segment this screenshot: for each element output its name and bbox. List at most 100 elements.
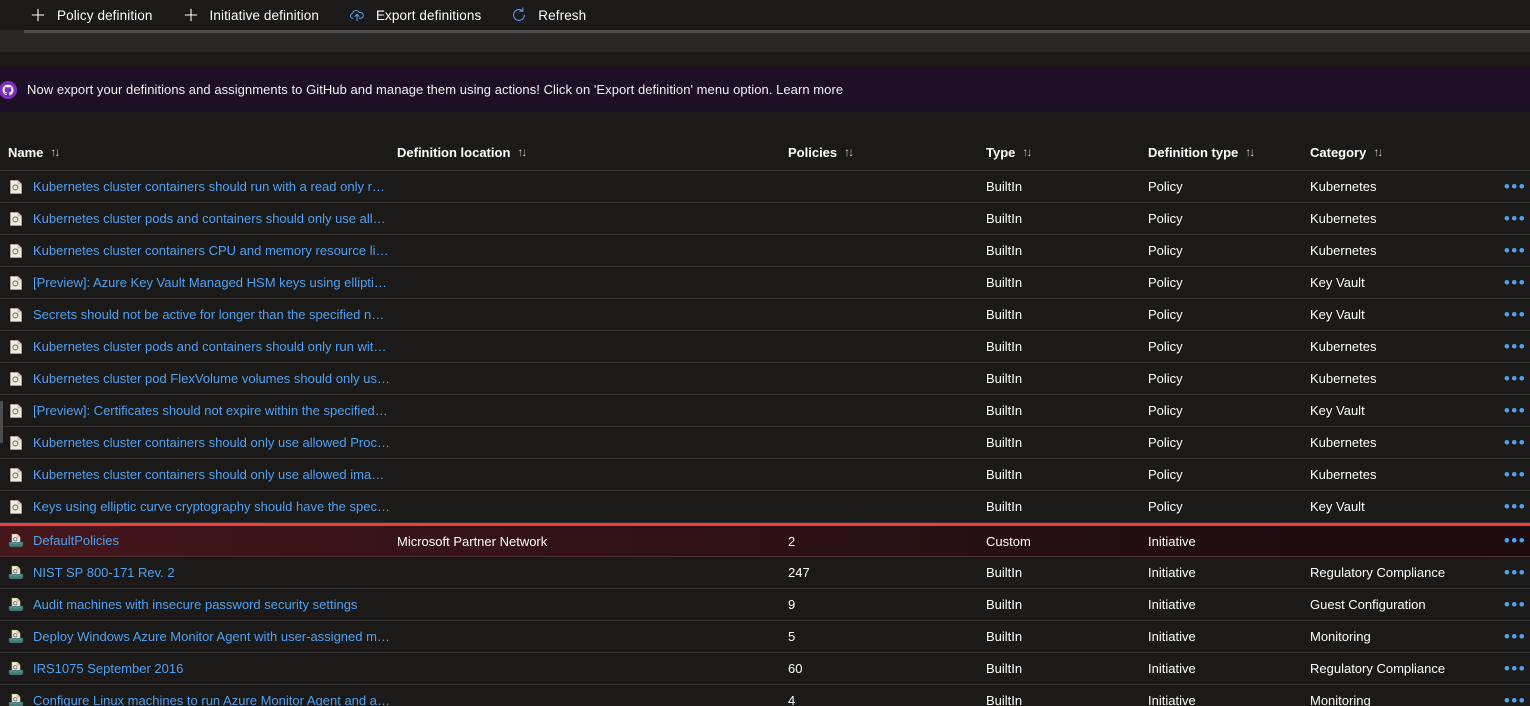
sort-toggle-icon[interactable]: ↑↓	[1022, 146, 1032, 158]
row-more-menu-button[interactable]: •••	[1500, 299, 1530, 330]
ellipsis-icon[interactable]: •••	[1504, 434, 1526, 451]
ellipsis-icon[interactable]: •••	[1504, 274, 1526, 291]
row-more-menu-button[interactable]: •••	[1500, 653, 1530, 684]
row-more-menu-button[interactable]: •••	[1500, 621, 1530, 652]
row-more-menu-button[interactable]: •••	[1500, 526, 1530, 556]
table-row[interactable]: Kubernetes cluster pod FlexVolume volume…	[0, 363, 1530, 395]
table-row[interactable]: DefaultPolicies Microsoft Partner Network…	[0, 523, 1530, 557]
ellipsis-icon[interactable]: •••	[1504, 532, 1526, 549]
table-row[interactable]: Configure Linux machines to run Azure Mo…	[0, 685, 1530, 706]
table-row[interactable]: Kubernetes cluster containers should onl…	[0, 427, 1530, 459]
sort-toggle-icon[interactable]: ↑↓	[517, 146, 527, 158]
row-more-menu-button[interactable]: •••	[1500, 331, 1530, 362]
toolbar-item-policy-definition[interactable]: Policy definition	[28, 0, 153, 30]
definition-name-link[interactable]: Configure Linux machines to run Azure Mo…	[33, 692, 390, 706]
ellipsis-icon[interactable]: •••	[1504, 564, 1526, 581]
cell-type: BuiltIn	[986, 339, 1023, 354]
cell-category: Guest Configuration	[1310, 597, 1426, 612]
table-row[interactable]: Kubernetes cluster containers CPU and me…	[0, 235, 1530, 267]
row-more-menu-button[interactable]: •••	[1500, 235, 1530, 266]
cloud-upload-icon	[349, 10, 364, 22]
definition-name-link[interactable]: DefaultPolicies	[33, 532, 119, 550]
column-header-category[interactable]: Category ↑↓	[1310, 133, 1383, 171]
ellipsis-icon[interactable]: •••	[1504, 628, 1526, 645]
row-more-menu-button[interactable]: •••	[1500, 203, 1530, 234]
cell-definition-location	[397, 427, 779, 458]
horizontal-scrollbar-thumb[interactable]	[24, 30, 1530, 33]
table-row[interactable]: [Preview]: Certificates should not expir…	[0, 395, 1530, 427]
ellipsis-icon[interactable]: •••	[1504, 498, 1526, 515]
toolbar-item-initiative-definition[interactable]: Initiative definition	[181, 0, 319, 30]
definition-name-link[interactable]: Deploy Windows Azure Monitor Agent with …	[33, 628, 390, 646]
toolbar-item-export-definitions[interactable]: Export definitions	[347, 0, 481, 30]
definition-name-link[interactable]: Keys using elliptic curve cryptography s…	[33, 498, 390, 516]
ellipsis-icon[interactable]: •••	[1504, 210, 1526, 227]
table-row[interactable]: Kubernetes cluster containers should onl…	[0, 459, 1530, 491]
table-row[interactable]: Deploy Windows Azure Monitor Agent with …	[0, 621, 1530, 653]
definition-name-link[interactable]: Kubernetes cluster containers should run…	[33, 178, 390, 196]
toolbar-item-refresh[interactable]: Refresh	[509, 0, 586, 30]
row-more-menu-button[interactable]: •••	[1500, 267, 1530, 298]
table-row[interactable]: Kubernetes cluster containers should run…	[0, 171, 1530, 203]
table-row[interactable]: Keys using elliptic curve cryptography s…	[0, 491, 1530, 523]
ellipsis-icon[interactable]: •••	[1504, 660, 1526, 677]
definition-name-link[interactable]: [Preview]: Certificates should not expir…	[33, 402, 390, 420]
cell-definition-type: Policy	[1148, 403, 1183, 418]
github-export-banner[interactable]: Now export your definitions and assignme…	[0, 67, 1530, 112]
column-header-policies[interactable]: Policies ↑↓	[788, 133, 854, 171]
cell-policies: 9	[788, 597, 796, 612]
sort-toggle-icon[interactable]: ↑↓	[50, 146, 60, 158]
sort-toggle-icon[interactable]: ↑↓	[1373, 146, 1383, 158]
row-more-menu-button[interactable]: •••	[1500, 557, 1530, 588]
table-row[interactable]: Kubernetes cluster pods and containers s…	[0, 203, 1530, 235]
cell-category	[1310, 526, 1500, 556]
table-row[interactable]: Secrets should not be active for longer …	[0, 299, 1530, 331]
row-more-menu-button[interactable]: •••	[1500, 459, 1530, 490]
definition-name-link[interactable]: Kubernetes cluster containers should onl…	[33, 434, 390, 452]
ellipsis-icon[interactable]: •••	[1504, 692, 1526, 706]
table-row[interactable]: NIST SP 800-171 Rev. 2 247 BuiltIn Initiati…	[0, 557, 1530, 589]
table-row[interactable]: Audit machines with insecure password se…	[0, 589, 1530, 621]
ellipsis-icon[interactable]: •••	[1504, 402, 1526, 419]
ellipsis-icon[interactable]: •••	[1504, 306, 1526, 323]
table-row[interactable]: [Preview]: Azure Key Vault Managed HSM k…	[0, 267, 1530, 299]
row-more-menu-button[interactable]: •••	[1500, 589, 1530, 620]
ellipsis-icon[interactable]: •••	[1504, 338, 1526, 355]
ellipsis-icon[interactable]: •••	[1504, 466, 1526, 483]
definition-name-link[interactable]: Kubernetes cluster pod FlexVolume volume…	[33, 370, 390, 388]
definition-name-link[interactable]: NIST SP 800-171 Rev. 2	[33, 564, 175, 582]
ellipsis-icon[interactable]: •••	[1504, 596, 1526, 613]
definition-name-link[interactable]: Kubernetes cluster pods and containers s…	[33, 210, 390, 228]
row-more-menu-button[interactable]: •••	[1500, 685, 1530, 706]
policy-icon	[10, 435, 22, 450]
ellipsis-icon[interactable]: •••	[1504, 242, 1526, 259]
vertical-scrollbar-thumb[interactable]	[0, 401, 3, 443]
sort-toggle-icon[interactable]: ↑↓	[1245, 146, 1255, 158]
table-row[interactable]: Kubernetes cluster pods and containers s…	[0, 331, 1530, 363]
definition-name-link[interactable]: Secrets should not be active for longer …	[33, 306, 390, 324]
definition-name-link[interactable]: Audit machines with insecure password se…	[33, 596, 357, 614]
ellipsis-icon[interactable]: •••	[1504, 178, 1526, 195]
cell-policies	[788, 331, 978, 362]
column-header-location[interactable]: Definition location ↑↓	[397, 133, 527, 171]
row-more-menu-button[interactable]: •••	[1500, 427, 1530, 458]
column-header-type[interactable]: Type ↑↓	[986, 133, 1032, 171]
definition-name-link[interactable]: Kubernetes cluster containers should onl…	[33, 466, 390, 484]
cell-policies	[788, 203, 978, 234]
column-header-name[interactable]: Name ↑↓	[8, 133, 60, 171]
definition-name-link[interactable]: [Preview]: Azure Key Vault Managed HSM k…	[33, 274, 390, 292]
column-header-definition-type[interactable]: Definition type ↑↓	[1148, 133, 1255, 171]
horizontal-scrollbar[interactable]	[0, 30, 1530, 52]
definition-name-link[interactable]: IRS1075 September 2016	[33, 660, 183, 678]
row-more-menu-button[interactable]: •••	[1500, 363, 1530, 394]
definition-name-link[interactable]: Kubernetes cluster containers CPU and me…	[33, 242, 390, 260]
row-more-menu-button[interactable]: •••	[1500, 395, 1530, 426]
row-more-menu-button[interactable]: •••	[1500, 171, 1530, 202]
learn-more-link[interactable]: Learn more	[776, 82, 843, 97]
ellipsis-icon[interactable]: •••	[1504, 370, 1526, 387]
column-header-label: Policies	[788, 144, 838, 160]
table-row[interactable]: IRS1075 September 2016 60 BuiltIn Initiativ…	[0, 653, 1530, 685]
definition-name-link[interactable]: Kubernetes cluster pods and containers s…	[33, 338, 390, 356]
row-more-menu-button[interactable]: •••	[1500, 491, 1530, 522]
sort-toggle-icon[interactable]: ↑↓	[844, 146, 854, 158]
